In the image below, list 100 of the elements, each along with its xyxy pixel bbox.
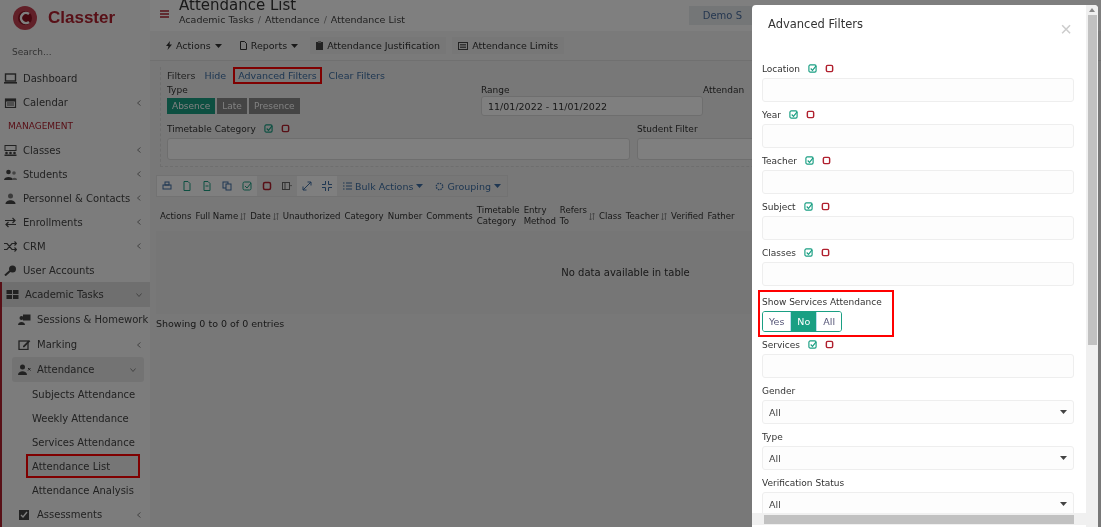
grouping-button[interactable]: Grouping (429, 176, 508, 196)
sidebar-item[interactable]: Academic Tasks (2, 282, 150, 307)
check-square-icon[interactable] (789, 110, 799, 119)
sort-icon[interactable] (272, 212, 279, 220)
field-label: Services (762, 339, 800, 350)
sort-icon[interactable] (661, 212, 667, 220)
caret-icon (214, 43, 222, 48)
sidebar-item[interactable]: Calendar (0, 90, 150, 115)
filters-title: Filters (167, 69, 196, 81)
breadcrumb-link[interactable]: Attendance (265, 14, 320, 25)
caret-icon (416, 184, 424, 188)
dialog-title: Advanced Filters (768, 17, 863, 31)
menu-icon[interactable] (160, 10, 169, 18)
expand-icon[interactable] (302, 181, 312, 191)
square-icon[interactable] (820, 248, 830, 257)
toggle-option[interactable]: All (816, 312, 842, 331)
column-header[interactable]: Date (250, 210, 279, 222)
check-square-icon[interactable] (807, 340, 817, 349)
square-icon[interactable] (262, 181, 272, 191)
square-icon[interactable] (806, 110, 816, 119)
chevron-icon (136, 99, 142, 106)
sort-icon[interactable] (240, 212, 247, 220)
check-square-icon[interactable] (803, 248, 813, 257)
breadcrumb-link[interactable]: Academic Tasks (179, 14, 254, 25)
column-header: Unauthorized (282, 210, 341, 222)
scroll-up-arrow-icon[interactable] (1089, 8, 1095, 13)
sort-icon[interactable] (589, 212, 596, 220)
list-icon (458, 41, 469, 50)
sidebar-item[interactable]: Dashboard (0, 66, 150, 91)
column-header: Entry Method (523, 205, 556, 227)
dropdown-field[interactable]: All (762, 400, 1074, 424)
field-label: Classes (762, 247, 796, 258)
copy-icon[interactable] (222, 181, 232, 191)
breadcrumb-link[interactable]: Attendance List (330, 14, 406, 25)
type-option[interactable]: Absence (167, 98, 216, 114)
caret-icon (1060, 502, 1067, 506)
sidebar-item[interactable]: Attendance (12, 357, 144, 382)
field-label: Student Filter (637, 122, 699, 135)
bulk-actions-button[interactable]: Bulk Actions (337, 176, 430, 196)
field-label: Attendan (703, 83, 746, 96)
field-label: Type (762, 430, 784, 443)
sidebar-item[interactable]: Weekly Attendance (2, 406, 150, 430)
date-range-field[interactable]: 11/01/2022 - 11/01/2022 (481, 96, 703, 116)
sidebar-item[interactable]: Attendance Analysis (2, 478, 150, 502)
field-label: Year (762, 109, 782, 120)
search-field[interactable]: Search... (10, 44, 134, 59)
check-square-icon[interactable] (804, 156, 814, 165)
square-icon[interactable] (820, 202, 830, 211)
print-icon[interactable] (162, 181, 172, 191)
filter-link[interactable]: Hide (201, 68, 230, 82)
column-header[interactable]: Teacher (625, 210, 667, 222)
caret-icon (494, 184, 502, 188)
caret-icon (1060, 410, 1067, 414)
check-square-icon[interactable] (242, 181, 252, 191)
toggle-option[interactable]: No (790, 312, 817, 331)
sidebar-item[interactable]: Sessions & Homework (2, 307, 150, 332)
columns-icon[interactable] (282, 181, 292, 191)
field-label: Show Services Attendance (762, 295, 882, 308)
sidebar-item[interactable]: Subjects Attendance (2, 382, 150, 406)
logo-icon (12, 5, 38, 32)
sidebar-item[interactable]: Attendance List (26, 454, 140, 478)
square-icon[interactable] (825, 64, 835, 73)
chevron-icon (136, 219, 142, 225)
sidebar-item[interactable]: Marking (2, 332, 150, 357)
filter-link[interactable]: Advanced Filters (235, 68, 320, 82)
dropdown-field[interactable]: All (762, 492, 1074, 516)
field-label: Location (762, 63, 801, 74)
column-header[interactable]: Full Name (195, 210, 247, 222)
chevron-icon (136, 291, 142, 298)
chevron-icon (130, 366, 136, 373)
sidebar-item[interactable]: Services Attendance (2, 430, 150, 454)
check-square-icon[interactable] (263, 124, 273, 133)
file-icon[interactable] (182, 181, 192, 191)
sidebar-item[interactable]: User Accounts (0, 258, 150, 282)
check-square-icon[interactable] (803, 202, 813, 211)
sidebar-item[interactable]: Classes (0, 138, 150, 162)
square-icon[interactable] (824, 340, 834, 349)
check-square-icon[interactable] (808, 64, 818, 73)
checkbox-icon (18, 509, 31, 520)
file-icon[interactable] (202, 181, 212, 191)
list-icon (343, 182, 352, 190)
column-header[interactable]: Refers To (559, 205, 596, 227)
sidebar-item[interactable]: Personnel & Contacts (0, 186, 150, 210)
presenter-icon (18, 314, 31, 325)
filter-link[interactable]: Clear Filters (325, 68, 388, 82)
field-label: Gender (762, 384, 797, 397)
breadcrumb-separator: / (257, 14, 262, 25)
sidebar-item[interactable]: Students (0, 162, 150, 186)
sidebar-item[interactable]: Assessments (2, 502, 150, 527)
field-label: Verification Status (762, 476, 846, 489)
horizontal-scrollbar[interactable] (752, 513, 1086, 525)
square-icon[interactable] (821, 156, 831, 165)
compress-icon[interactable] (322, 181, 332, 191)
sidebar-item[interactable]: Enrollments (0, 210, 150, 234)
field-label: Range (481, 83, 511, 96)
dropdown-field[interactable]: All (762, 446, 1074, 470)
sidebar-item[interactable]: CRM (0, 234, 150, 258)
vertical-scrollbar[interactable] (1086, 5, 1098, 527)
square-icon[interactable] (280, 124, 290, 133)
caret-icon (1060, 456, 1067, 460)
